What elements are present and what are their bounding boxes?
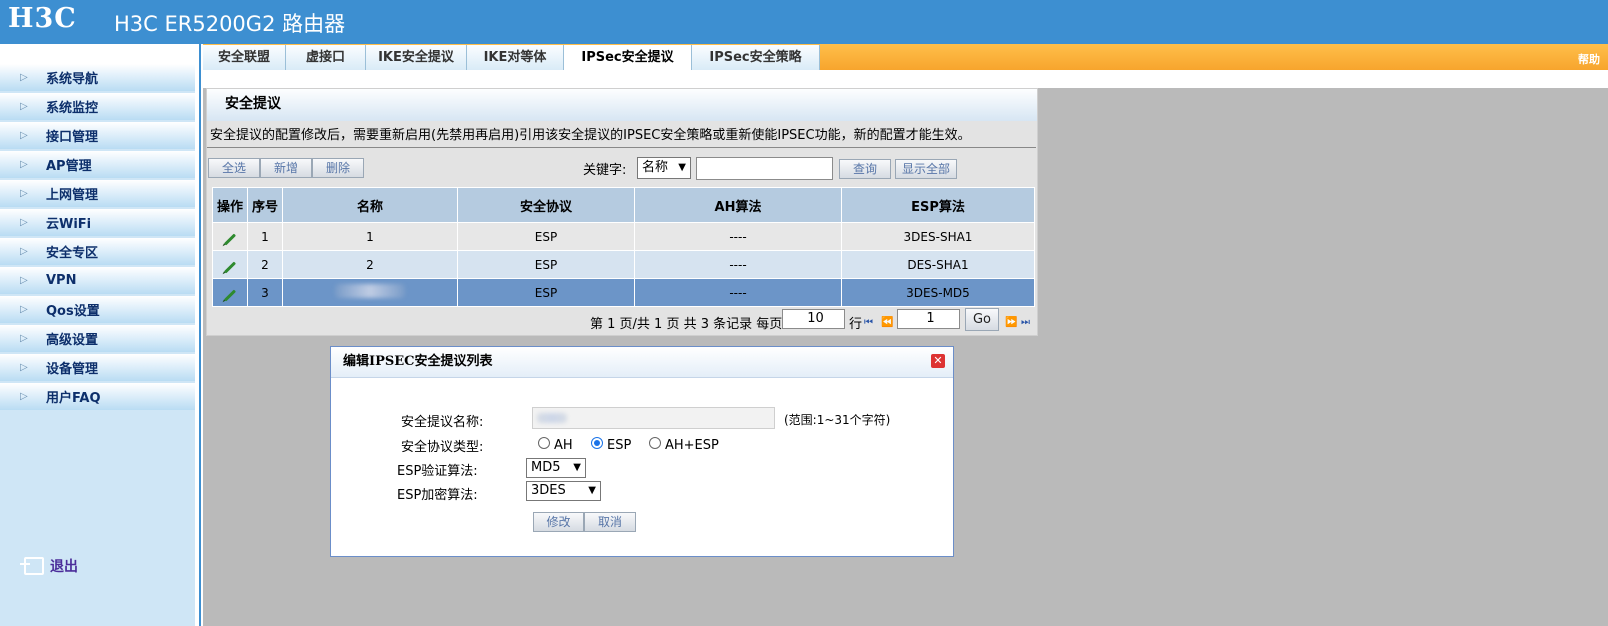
protocol-esp-radio[interactable] bbox=[591, 437, 603, 449]
expand-arrow-icon: ▷ bbox=[20, 216, 28, 228]
sidebar-item-internet[interactable]: ▷ 上网管理 bbox=[0, 180, 195, 207]
sidebar-item-qos[interactable]: ▷ Qos设置 bbox=[0, 296, 195, 323]
modify-button[interactable]: 修改 bbox=[533, 512, 584, 532]
tab-virtual-interface[interactable]: 虚接口 bbox=[286, 45, 366, 70]
sidebar-item-system-monitor[interactable]: ▷ 系统监控 bbox=[0, 93, 195, 120]
logout-button[interactable]: 退出 bbox=[20, 556, 78, 576]
expand-arrow-icon: ▷ bbox=[20, 361, 28, 373]
close-icon[interactable]: ✕ bbox=[931, 354, 945, 368]
sidebar-divider bbox=[195, 44, 201, 626]
tab-ike-proposal[interactable]: IKE安全提议 bbox=[366, 45, 467, 70]
sidebar-item-ap[interactable]: ▷ AP管理 bbox=[0, 151, 195, 178]
expand-arrow-icon: ▷ bbox=[20, 129, 28, 141]
app-title: H3C ER5200G2 路由器 bbox=[114, 12, 346, 36]
sidebar-item-device[interactable]: ▷ 设备管理 bbox=[0, 354, 195, 381]
expand-arrow-icon: ▷ bbox=[20, 245, 28, 257]
add-button[interactable]: 新增 bbox=[260, 158, 312, 178]
next-page-icon[interactable]: ⏩ bbox=[1005, 317, 1017, 328]
table-row-selected[interactable]: 3 ESP ---- 3DES-MD5 bbox=[212, 278, 1035, 307]
edit-ipsec-proposal-dialog: 编辑IPSEC安全提议列表 ✕ 安全提议名称: (范围:1~31个字符) 安全协… bbox=[330, 346, 954, 557]
row-unit-label: 行 bbox=[849, 317, 863, 332]
chevron-down-icon: ▼ bbox=[573, 462, 581, 473]
chevron-down-icon: ▼ bbox=[588, 485, 596, 496]
protocol-ah-label: AH bbox=[554, 438, 573, 453]
delete-button[interactable]: 删除 bbox=[312, 158, 364, 178]
protocol-ah-esp-label: AH+ESP bbox=[665, 438, 719, 453]
keyword-input[interactable] bbox=[696, 157, 833, 180]
table-row[interactable]: 2 2 ESP ---- DES-SHA1 bbox=[212, 250, 1035, 279]
proposal-panel: 安全提议 安全提议的配置修改后，需要重新启用(先禁用再启用)引用该安全提议的IP… bbox=[206, 88, 1038, 336]
tab-security-association[interactable]: 安全联盟 bbox=[203, 45, 286, 70]
protocol-esp-label: ESP bbox=[607, 438, 632, 453]
sidebar-item-vpn[interactable]: ▷ VPN bbox=[0, 267, 195, 294]
cancel-button[interactable]: 取消 bbox=[584, 512, 636, 532]
go-button[interactable]: Go bbox=[965, 308, 999, 331]
col-header-protocol: 安全协议 bbox=[457, 187, 635, 223]
keyword-label: 关键字: bbox=[583, 163, 627, 178]
col-header-action: 操作 bbox=[212, 187, 248, 223]
chevron-down-icon: ▼ bbox=[678, 162, 686, 173]
sidebar-item-faq[interactable]: ▷ 用户FAQ bbox=[0, 383, 195, 410]
tab-ike-peer[interactable]: IKE对等体 bbox=[467, 45, 564, 70]
sidebar-item-system-nav[interactable]: ▷ 系统导航 bbox=[0, 64, 195, 91]
name-range-hint: (范围:1~31个字符) bbox=[784, 413, 891, 427]
esp-auth-select[interactable]: MD5 ▼ bbox=[526, 458, 586, 478]
protocol-type-label: 安全协议类型: bbox=[401, 440, 484, 455]
redacted-name bbox=[335, 284, 405, 298]
table-row[interactable]: 1 1 ESP ---- 3DES-SHA1 bbox=[212, 222, 1035, 251]
show-all-button[interactable]: 显示全部 bbox=[895, 159, 957, 179]
esp-enc-label: ESP加密算法: bbox=[397, 488, 478, 503]
keyword-field-select[interactable]: 名称 ▼ bbox=[637, 157, 691, 179]
config-notice: 安全提议的配置修改后，需要重新启用(先禁用再启用)引用该安全提议的IPSEC安全… bbox=[210, 128, 971, 143]
col-header-esp: ESP算法 bbox=[841, 187, 1035, 223]
col-header-no: 序号 bbox=[247, 187, 283, 223]
protocol-ah-esp-radio[interactable] bbox=[649, 437, 661, 449]
edit-pencil-icon[interactable] bbox=[223, 232, 237, 246]
sidebar-item-interface[interactable]: ▷ 接口管理 bbox=[0, 122, 195, 149]
tab-ipsec-policy[interactable]: IPSec安全策略 bbox=[692, 45, 820, 70]
expand-arrow-icon: ▷ bbox=[20, 332, 28, 344]
redacted-name bbox=[537, 413, 567, 423]
expand-arrow-icon: ▷ bbox=[20, 158, 28, 170]
page-number-input[interactable]: 1 bbox=[897, 309, 960, 329]
col-header-ah: AH算法 bbox=[634, 187, 842, 223]
first-page-icon[interactable]: ⏮ bbox=[864, 317, 873, 328]
edit-pencil-icon[interactable] bbox=[223, 288, 237, 302]
per-page-input[interactable]: 10 bbox=[782, 309, 845, 329]
proposal-name-label: 安全提议名称: bbox=[401, 415, 484, 430]
pager-summary: 第 1 页/共 1 页 共 3 条记录 每页 bbox=[590, 317, 783, 332]
proposal-table: 操作 序号 名称 安全协议 AH算法 ESP算法 1 1 ESP ---- 3D… bbox=[212, 187, 1035, 307]
top-header: H3C H3C ER5200G2 路由器 bbox=[0, 0, 1608, 44]
help-link[interactable]: 帮助 bbox=[1578, 51, 1600, 67]
dialog-title: 编辑IPSEC安全提议列表 bbox=[331, 347, 953, 378]
panel-title: 安全提议 bbox=[207, 89, 1037, 121]
expand-arrow-icon: ▷ bbox=[20, 390, 28, 402]
sidebar-item-advanced[interactable]: ▷ 高级设置 bbox=[0, 325, 195, 352]
select-all-button[interactable]: 全选 bbox=[208, 158, 260, 178]
proposal-name-input[interactable] bbox=[532, 407, 775, 429]
sidebar: ▷ 系统导航 ▷ 系统监控 ▷ 接口管理 ▷ AP管理 ▷ 上网管理 ▷ 云WiFi ▷ 安全… bbox=[0, 44, 195, 626]
protocol-ah-radio[interactable] bbox=[538, 437, 550, 449]
edit-pencil-icon[interactable] bbox=[223, 260, 237, 274]
last-page-icon[interactable]: ⏭ bbox=[1021, 317, 1030, 328]
query-button[interactable]: 查询 bbox=[839, 159, 891, 179]
expand-arrow-icon: ▷ bbox=[20, 303, 28, 315]
esp-enc-select[interactable]: 3DES ▼ bbox=[526, 481, 601, 501]
tab-ipsec-proposal[interactable]: IPSec安全提议 bbox=[564, 45, 692, 70]
col-header-name: 名称 bbox=[282, 187, 458, 223]
expand-arrow-icon: ▷ bbox=[20, 274, 28, 286]
logout-icon bbox=[20, 557, 44, 575]
divider-line bbox=[207, 147, 1036, 148]
tab-bar: 安全联盟 虚接口 IKE安全提议 IKE对等体 IPSec安全提议 IPSec安… bbox=[203, 44, 1608, 71]
prev-page-icon[interactable]: ⏪ bbox=[881, 317, 893, 328]
expand-arrow-icon: ▷ bbox=[20, 71, 28, 83]
table-header-row: 操作 序号 名称 安全协议 AH算法 ESP算法 bbox=[212, 187, 1035, 223]
esp-auth-label: ESP验证算法: bbox=[397, 464, 478, 479]
expand-arrow-icon: ▷ bbox=[20, 187, 28, 199]
sidebar-item-security[interactable]: ▷ 安全专区 bbox=[0, 238, 195, 265]
expand-arrow-icon: ▷ bbox=[20, 100, 28, 112]
h3c-logo: H3C bbox=[8, 3, 77, 34]
sidebar-item-cloud-wifi[interactable]: ▷ 云WiFi bbox=[0, 209, 195, 236]
